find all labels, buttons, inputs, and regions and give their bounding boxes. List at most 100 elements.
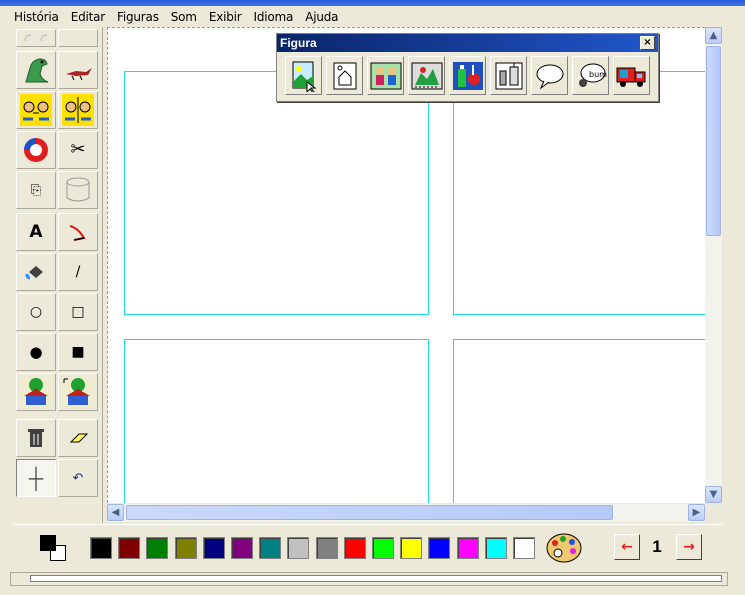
color-swatch[interactable]	[287, 537, 310, 559]
menu-exibir[interactable]: Exibir	[209, 10, 242, 24]
scroll-down-button[interactable]: ▼	[705, 486, 722, 503]
page-number: 1	[652, 537, 662, 556]
dragon-character-icon	[25, 58, 49, 83]
blank-tool-button	[58, 29, 98, 47]
menu-figuras[interactable]: Figuras	[117, 10, 159, 24]
figura-vehicle-button[interactable]	[613, 56, 650, 95]
pen-tool-button[interactable]	[58, 213, 98, 251]
figura-people-button[interactable]	[367, 56, 404, 95]
color-swatch[interactable]	[174, 537, 197, 559]
app-window: História Editar Figuras Som Exibir Idiom…	[0, 0, 745, 595]
color-swatch[interactable]	[372, 537, 394, 559]
figura-close-button[interactable]: ×	[640, 36, 655, 50]
scene-button[interactable]	[16, 373, 56, 411]
color-swatch[interactable]	[484, 537, 507, 559]
house-scene-icon	[333, 62, 356, 89]
ellipse-filled-button[interactable]: ●	[16, 333, 56, 371]
undo-icon: ↶	[72, 470, 84, 486]
eraser-icon	[69, 433, 89, 443]
color-swatch[interactable]	[513, 537, 535, 559]
color-swatch[interactable]	[118, 537, 141, 559]
menu-idioma[interactable]: Idioma	[254, 10, 294, 24]
bird-button[interactable]	[58, 51, 98, 89]
bird-figure-icon	[66, 68, 92, 81]
horizontal-scroll-thumb[interactable]	[126, 505, 613, 520]
rectangle-outline-button[interactable]: □	[58, 293, 98, 331]
kitchen-objects-icon	[495, 62, 522, 89]
rotate-icon	[24, 138, 48, 162]
trash-icon	[28, 429, 44, 447]
color-swatch[interactable]	[146, 537, 169, 559]
fill-bucket-icon	[25, 266, 43, 280]
text-tool-button[interactable]: A	[16, 213, 56, 251]
fill-button[interactable]	[16, 253, 56, 291]
menu-som[interactable]: Som	[171, 10, 197, 24]
svg-text:bum: bum	[589, 70, 607, 79]
next-page-button[interactable]: →	[676, 534, 702, 560]
scene-house-icon	[20, 377, 52, 407]
vertical-scroll-thumb[interactable]	[706, 46, 721, 236]
ellipse-outline-button[interactable]: ○	[16, 293, 56, 331]
character-button[interactable]	[16, 51, 56, 89]
thought-balloon-icon: bum	[578, 63, 607, 87]
ellipse-filled-icon: ●	[29, 342, 43, 361]
color-swatch[interactable]	[231, 537, 253, 559]
scroll-left-button[interactable]: ◀	[107, 504, 124, 521]
eraser-button[interactable]	[58, 419, 98, 457]
flip-horizontal-button[interactable]	[16, 91, 56, 129]
ellipse-outline-icon: ○	[29, 304, 43, 320]
foreground-color-box[interactable]	[40, 535, 56, 551]
cut-button[interactable]: ✂	[58, 131, 98, 169]
flip-horizontal-faces-icon	[20, 94, 52, 126]
copy-button[interactable]: ⎘	[16, 171, 56, 209]
toolbox: ✂ ⎘ A / ○ □ ● ■ ┼ ↶	[14, 27, 103, 523]
paint-palette-icon	[546, 533, 582, 563]
vertical-scrollbar[interactable]: ▲ ▼	[705, 27, 722, 503]
horizontal-scrollbar[interactable]: ◀ ▶	[107, 504, 705, 522]
figura-title[interactable]: Figura	[277, 34, 658, 52]
figura-objects-button[interactable]	[449, 56, 486, 95]
color-swatch[interactable]	[202, 537, 225, 559]
color-swatch[interactable]	[428, 537, 451, 559]
figura-speech-button[interactable]	[531, 56, 568, 95]
menu-ajuda[interactable]: Ajuda	[305, 10, 338, 24]
current-colors-indicator[interactable]	[38, 533, 68, 563]
scroll-right-button[interactable]: ▶	[688, 504, 705, 521]
delete-button[interactable]	[16, 419, 56, 457]
scrollbar-corner	[705, 504, 722, 522]
comic-panel-bottom-left[interactable]	[124, 339, 429, 503]
color-swatch[interactable]	[259, 537, 282, 559]
speech-balloon-icon	[536, 64, 563, 90]
rectangle-filled-button[interactable]: ■	[58, 333, 98, 371]
scene-house-alt-icon	[62, 377, 94, 407]
color-swatch[interactable]	[315, 537, 338, 559]
color-swatch[interactable]	[456, 537, 479, 559]
menu-editar[interactable]: Editar	[71, 10, 106, 24]
color-swatch[interactable]	[400, 537, 423, 559]
comic-panel-top-left[interactable]	[124, 71, 429, 315]
paste-button[interactable]	[58, 171, 98, 209]
undo-redo-button[interactable]	[16, 29, 56, 47]
scroll-up-button[interactable]: ▲	[705, 27, 722, 44]
figura-animals-button[interactable]	[408, 56, 445, 95]
previous-page-button[interactable]: ←	[614, 534, 640, 560]
undo-button[interactable]: ↶	[58, 459, 98, 497]
color-swatch[interactable]	[90, 537, 112, 559]
comic-panel-top-right[interactable]	[453, 71, 705, 315]
flip-vertical-button[interactable]	[58, 91, 98, 129]
rotate-button[interactable]	[16, 131, 56, 169]
select-crosshair-button[interactable]: ┼	[16, 459, 56, 497]
menu-historia[interactable]: História	[14, 10, 59, 24]
text-tool-icon: A	[29, 221, 43, 242]
figura-kitchen-button[interactable]	[490, 56, 527, 95]
comic-panel-bottom-right[interactable]	[453, 339, 705, 503]
color-swatch[interactable]	[343, 537, 366, 559]
figura-house-button[interactable]	[326, 56, 363, 95]
line-tool-button[interactable]: /	[58, 253, 98, 291]
scene-alt-button[interactable]	[58, 373, 98, 411]
figura-thought-button[interactable]: bum	[572, 56, 609, 95]
figura-toolwindow: Figura × bum	[276, 33, 659, 102]
color-palette-button[interactable]	[544, 530, 584, 566]
crosshair-icon: ┼	[28, 466, 44, 490]
figura-landscape-button[interactable]	[285, 56, 322, 95]
